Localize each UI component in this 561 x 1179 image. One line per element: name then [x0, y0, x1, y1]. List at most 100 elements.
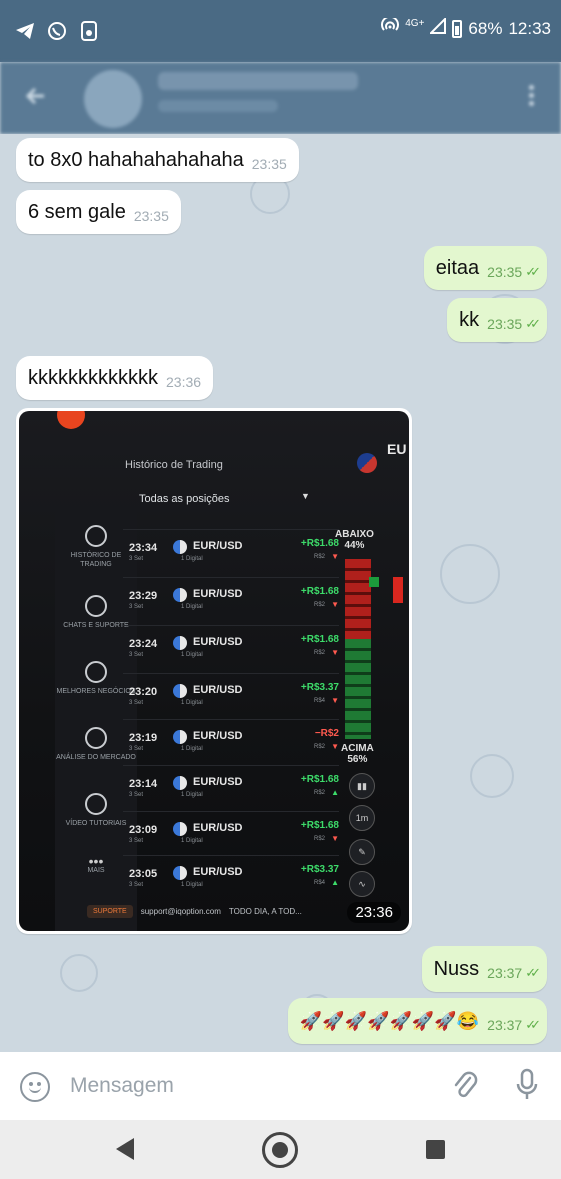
signal-icon — [429, 16, 447, 39]
read-ticks-icon: ✓✓ — [525, 1017, 541, 1032]
asset-label: EU — [387, 441, 407, 457]
trade-direction: ▼ — [331, 834, 339, 843]
trade-result: +R$1.68 — [300, 774, 339, 785]
history-icon — [85, 525, 107, 547]
trade-time: 23:34 — [129, 542, 158, 554]
message-outgoing[interactable]: Nuss 23:37 ✓✓ — [421, 946, 547, 992]
trade-row: 23:14 3 Set EUR/USD 1 Digital +R$1.68 R$2 ▲ — [123, 765, 339, 811]
message-text: Nuss — [433, 957, 480, 980]
emoji-icon[interactable] — [20, 1072, 50, 1102]
nav-home-icon[interactable] — [262, 1132, 298, 1168]
trade-direction: ▼ — [331, 552, 339, 561]
message-time: 23:35 — [133, 208, 169, 224]
trade-type: 1 Digital — [181, 838, 203, 844]
trade-direction: ▼ — [331, 742, 339, 751]
more-vertical-icon[interactable] — [527, 82, 535, 112]
trade-result: +R$3.37 — [300, 864, 339, 875]
wave-icon: ∿ — [349, 871, 375, 897]
message-outgoing[interactable]: kk 23:35 ✓✓ — [447, 298, 547, 342]
message-time: 23:35 — [251, 156, 287, 172]
trade-result: +R$1.68 — [300, 634, 339, 645]
trade-direction: ▲ — [331, 878, 339, 887]
currency-icon — [173, 588, 187, 602]
trade-stake: R$2 — [313, 790, 325, 796]
trade-result: +R$1.68 — [300, 586, 339, 597]
currency-icon — [173, 866, 187, 880]
trade-time: 23:20 — [129, 686, 158, 698]
pencil-icon: ✎ — [349, 839, 375, 865]
system-nav-bar — [0, 1120, 561, 1179]
message-time: 23:36 — [347, 902, 401, 923]
broker-logo — [57, 411, 85, 429]
message-list[interactable]: to 8x0 hahahahahahaha 23:35 6 sem gale 2… — [0, 134, 561, 1052]
trade-type: 1 Digital — [181, 882, 203, 888]
trade-row: 23:24 3 Set EUR/USD 1 Digital +R$1.68 R$2 ▼ — [123, 625, 339, 671]
message-time: 23:35 — [487, 264, 523, 280]
trade-stake: R$4 — [313, 880, 325, 886]
trade-row: 23:29 3 Set EUR/USD 1 Digital +R$1.68 R$2 ▼ — [123, 577, 339, 623]
trade-direction: ▼ — [331, 600, 339, 609]
microphone-icon[interactable] — [514, 1068, 540, 1102]
trade-date: 3 Set — [129, 792, 144, 798]
nav-recents-icon[interactable] — [426, 1140, 445, 1159]
paperclip-icon[interactable] — [452, 1070, 478, 1102]
trade-type: 1 Digital — [181, 700, 203, 706]
message-incoming[interactable]: to 8x0 hahahahahahaha 23:35 — [16, 138, 299, 182]
currency-icon — [173, 540, 187, 554]
message-text: to 8x0 hahahahahahaha — [28, 148, 244, 171]
message-text: kk — [459, 308, 480, 331]
trading-history-photo[interactable]: Histórico de Trading Todas as posições ▼… — [19, 411, 409, 931]
nav-back-icon[interactable] — [116, 1138, 134, 1160]
message-time: 23:37 — [487, 1017, 523, 1033]
trade-date: 3 Set — [129, 838, 144, 844]
flag-icon — [357, 453, 377, 473]
trade-type: 1 Digital — [181, 604, 203, 610]
trade-stake: R$2 — [313, 836, 325, 842]
message-incoming[interactable]: 6 sem gale 23:35 — [16, 190, 181, 234]
photo-message[interactable]: Histórico de Trading Todas as posições ▼… — [16, 408, 412, 934]
trade-pair: EUR/USD — [193, 684, 243, 696]
avatar[interactable] — [84, 70, 142, 128]
trade-type: 1 Digital — [181, 652, 203, 658]
message-outgoing[interactable]: 🚀🚀🚀🚀🚀🚀🚀😂 23:37 ✓✓ — [287, 998, 547, 1044]
message-text: 🚀🚀🚀🚀🚀🚀🚀😂 — [299, 1010, 480, 1031]
trade-type: 1 Digital — [181, 746, 203, 752]
trade-row: 23:20 3 Set EUR/USD 1 Digital +R$3.37 R$4 ▼ — [123, 673, 339, 719]
message-text: kkkkkkkkkkkkk — [28, 366, 158, 389]
trade-date: 3 Set — [129, 882, 144, 888]
chevron-down-icon: ▼ — [301, 491, 310, 501]
trade-time: 23:09 — [129, 824, 158, 836]
trade-date: 3 Set — [129, 556, 144, 562]
trade-time: 23:14 — [129, 778, 158, 790]
trade-stake: R$2 — [313, 554, 325, 560]
candle — [393, 577, 403, 603]
message-input[interactable]: Mensagem — [70, 1074, 174, 1098]
news-icon — [85, 727, 107, 749]
screen-footer: SUPORTE support@iqoption.com TODO DIA, A… — [87, 905, 302, 918]
status-bar: 4G+ 68% 12:33 — [0, 0, 561, 62]
message-incoming[interactable]: kkkkkkkkkkkkk 23:36 — [16, 356, 214, 400]
sentiment-bar-green — [345, 639, 371, 739]
currency-icon — [173, 776, 187, 790]
back-arrow-icon[interactable] — [24, 84, 48, 108]
trade-pair: EUR/USD — [193, 822, 243, 834]
sim-manager-icon — [78, 20, 100, 42]
play-icon — [85, 793, 107, 815]
trade-type: 1 Digital — [181, 792, 203, 798]
battery-level: 68% — [468, 18, 503, 38]
network-type: 4G+ — [405, 18, 425, 29]
trade-date: 3 Set — [129, 700, 144, 706]
contact-name-blurred[interactable] — [158, 72, 358, 90]
trade-time: 23:24 — [129, 638, 158, 650]
candle — [369, 577, 379, 587]
chat-header — [0, 62, 561, 134]
positions-filter: Todas as posições — [139, 493, 230, 505]
trade-stake: R$2 — [313, 602, 325, 608]
message-outgoing[interactable]: eitaa 23:35 ✓✓ — [423, 246, 547, 290]
trade-result: +R$1.68 — [300, 820, 339, 831]
support-hours: TODO DIA, A TOD... — [228, 907, 302, 916]
indicator-tool-icon: ▮▮ — [349, 773, 375, 799]
trade-date: 3 Set — [129, 604, 144, 610]
trade-date: 3 Set — [129, 652, 144, 658]
trade-direction: ▼ — [331, 696, 339, 705]
